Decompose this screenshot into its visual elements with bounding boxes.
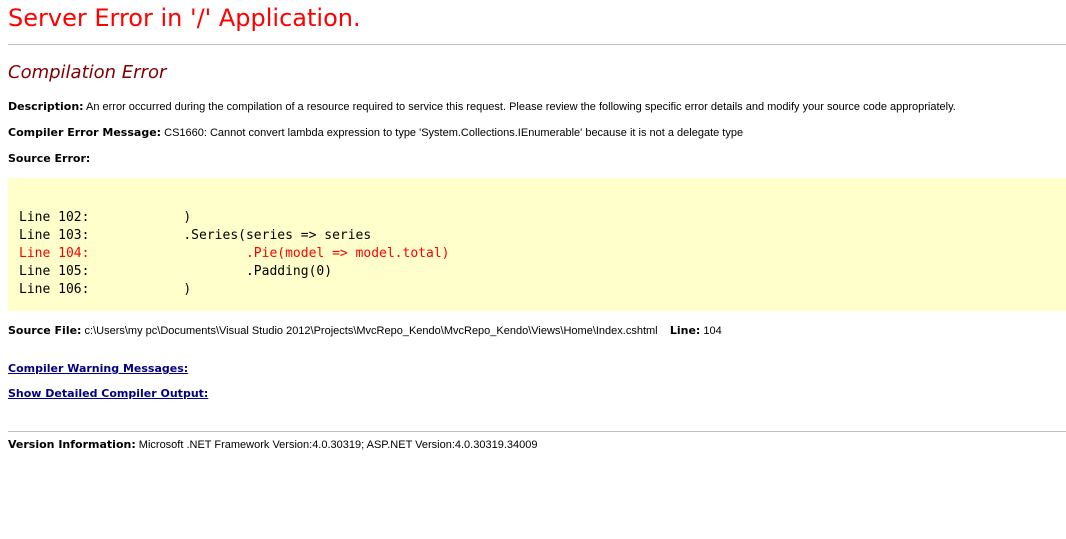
page-title: Server Error in '/' Application.: [8, 4, 361, 32]
compiler-warning-messages-link[interactable]: Compiler Warning Messages:: [8, 362, 188, 376]
version-info-row: Version Information: Microsoft .NET Fram…: [8, 438, 537, 452]
source-file-path: c:\Users\my pc\Documents\Visual Studio 2…: [84, 325, 658, 337]
compiler-message-row: Compiler Error Message: CS1660: Cannot c…: [8, 126, 743, 140]
compiler-message-label: Compiler Error Message:: [8, 126, 162, 139]
code-line: Line 103: .Series(series => series: [19, 228, 372, 243]
code-line-error: Line 104: .Pie(model => model.total): [19, 246, 450, 261]
source-file-label: Source File:: [8, 324, 82, 337]
compiler-message-text: CS1660: Cannot convert lambda expression…: [164, 127, 744, 139]
code-line: Line 105: .Padding(0): [19, 264, 333, 279]
show-detailed-compiler-output-link[interactable]: Show Detailed Compiler Output:: [8, 387, 208, 401]
code-line: Line 106: ): [19, 282, 192, 297]
description-text: An error occurred during the compilation…: [86, 101, 956, 113]
source-error-label: Source Error:: [8, 152, 91, 165]
title-divider: [8, 44, 1066, 45]
version-info-text: Microsoft .NET Framework Version:4.0.303…: [138, 439, 538, 451]
error-heading: Compilation Error: [8, 62, 167, 83]
source-error-row: Source Error:: [8, 152, 90, 166]
footer-divider: [8, 431, 1066, 432]
source-line-label: Line:: [669, 324, 701, 337]
version-info-label: Version Information:: [8, 438, 136, 451]
source-line-number: 104: [703, 325, 722, 337]
source-code-block: Line 102: ) Line 103: .Series(series => …: [8, 178, 1066, 311]
source-file-row: Source File: c:\Users\my pc\Documents\Vi…: [8, 324, 722, 338]
code-line: Line 102: ): [19, 210, 192, 225]
description-label: Description:: [8, 100, 84, 113]
description-row: Description: An error occurred during th…: [8, 100, 956, 114]
